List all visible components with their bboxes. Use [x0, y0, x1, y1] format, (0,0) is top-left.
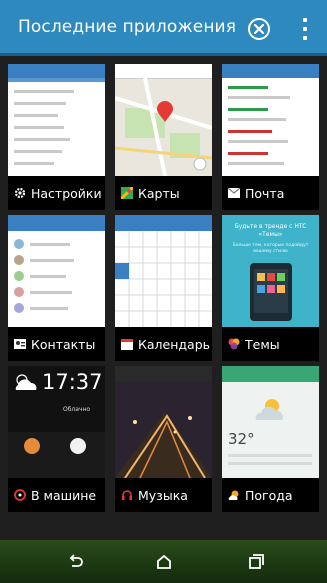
app-card-mail[interactable]: Почта: [222, 64, 319, 210]
themes-icon: [228, 338, 240, 350]
car-weather-text: Облачно: [63, 406, 91, 413]
mail-preview: [222, 64, 319, 176]
app-label: Контакты: [8, 327, 105, 361]
app-label: Карты: [115, 176, 212, 210]
app-label-text: В машине: [31, 487, 97, 503]
app-label-text: Контакты: [31, 336, 96, 352]
maps-preview: [115, 64, 212, 176]
themes-banner: Будьте в тренде с HTC «Темы»: [234, 223, 307, 238]
calendar-preview: [115, 215, 212, 327]
menu-dot: [303, 18, 307, 22]
app-card-themes[interactable]: Будьте в тренде с HTC «Темы» Больше тем,…: [222, 215, 319, 361]
app-label-text: Почта: [245, 185, 285, 201]
car-clock: 17:37: [42, 370, 103, 394]
weather-temp: 32°: [228, 430, 255, 448]
navigation-bar: [0, 540, 327, 583]
contacts-preview: [8, 215, 105, 327]
car-preview: 17:37 Облачно: [8, 366, 105, 478]
themes-preview: Будьте в тренде с HTC «Темы» Больше тем,…: [222, 215, 319, 327]
more-options-button[interactable]: [300, 18, 310, 40]
weather-preview: 32°: [222, 366, 319, 478]
app-label: Темы: [222, 327, 319, 361]
app-card-maps[interactable]: Карты: [115, 64, 212, 210]
back-button[interactable]: [66, 552, 86, 572]
app-label-text: Настройки: [31, 185, 102, 201]
app-label-text: Карты: [138, 185, 180, 201]
mail-icon: [228, 187, 240, 199]
menu-dot: [303, 27, 307, 31]
car-mode-icon: [14, 489, 26, 501]
app-label-text: Музыка: [138, 487, 188, 503]
recent-apps-icon: [249, 554, 264, 569]
home-icon: [157, 554, 171, 569]
contacts-card-icon: [14, 338, 26, 350]
app-label: Календарь: [115, 327, 212, 361]
app-card-calendar[interactable]: Календарь: [115, 215, 212, 361]
app-card-car[interactable]: 17:37 Облачно В машине: [8, 366, 105, 512]
settings-preview: [8, 64, 105, 176]
headphones-icon: [121, 489, 133, 501]
music-preview: [115, 366, 212, 478]
app-label: Музыка: [115, 478, 212, 512]
maps-icon: [121, 187, 133, 199]
calendar-icon: [121, 338, 133, 350]
themes-subtitle: Больше тем, которые подойдут вашему стил…: [232, 243, 309, 254]
app-label: В машине: [8, 478, 105, 512]
app-label-text: Погода: [245, 487, 293, 503]
weather-icon: [228, 489, 240, 501]
menu-dot: [303, 36, 307, 40]
app-card-weather[interactable]: 32° Погода: [222, 366, 319, 512]
page-title: Последние приложения: [18, 16, 237, 37]
recent-apps-header: Последние приложения: [0, 0, 327, 56]
close-all-button[interactable]: [248, 18, 270, 40]
app-label: Настройки: [8, 176, 105, 210]
app-card-contacts[interactable]: Контакты: [8, 215, 105, 361]
app-label: Погода: [222, 478, 319, 512]
home-button[interactable]: [154, 552, 174, 572]
app-card-settings[interactable]: Настройки: [8, 64, 105, 210]
app-label: Почта: [222, 176, 319, 210]
app-label-text: Календарь: [138, 336, 210, 352]
back-icon: [69, 554, 83, 567]
app-label-text: Темы: [245, 336, 280, 352]
recent-apps-button[interactable]: [246, 552, 266, 572]
close-icon: [253, 23, 265, 35]
app-card-music[interactable]: Музыка: [115, 366, 212, 512]
settings-gear-icon: [14, 187, 26, 199]
